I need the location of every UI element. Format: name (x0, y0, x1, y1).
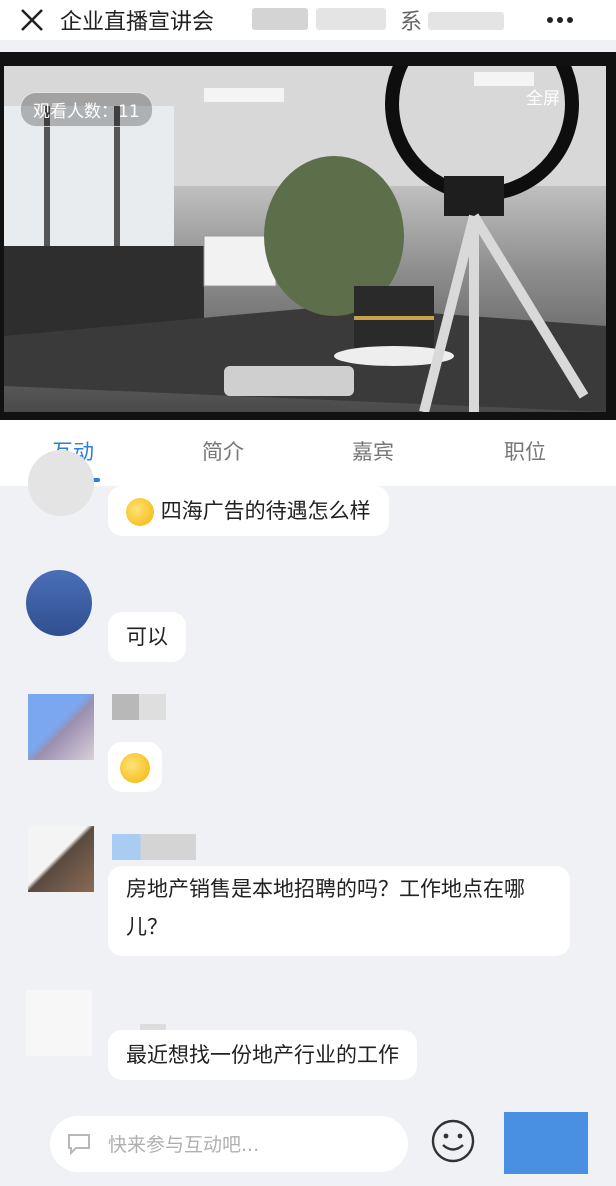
page-title: 企业直播宣讲会 (60, 10, 215, 35)
tab-guests[interactable]: 嘉宾 (352, 436, 394, 466)
chat-message-text: 四海广告的待遇怎么样 (160, 499, 371, 523)
user-name (112, 694, 166, 720)
emoji-icon (126, 498, 154, 526)
chat-bubble: 可以 (108, 612, 186, 662)
avatar (26, 990, 92, 1056)
chat-message-text: 房地产销售是本地招聘的吗？工作地点在哪儿？ (126, 877, 525, 939)
tab-intro[interactable]: 简介 (202, 436, 244, 466)
avatar (28, 826, 94, 892)
fullscreen-button[interactable]: 全屏 (526, 84, 560, 109)
chat-icon (68, 1134, 90, 1156)
avatar (26, 570, 92, 636)
emoji-icon (120, 753, 150, 783)
chat-message-text: 最近想找一份地产行业的工作 (126, 1043, 399, 1067)
chat-message-text: 可以 (126, 625, 168, 649)
chat-bubble (108, 742, 162, 792)
chat-input[interactable]: 快来参与互动吧... (50, 1116, 408, 1172)
video-frame: 观看人数：11 全屏 (4, 66, 606, 412)
viewer-count-badge: 观看人数：11 (20, 92, 153, 127)
blurred-title-part (428, 12, 504, 30)
chat-bubble: 四海广告的待遇怎么样 (108, 486, 389, 536)
avatar (28, 694, 94, 760)
avatar (28, 450, 94, 516)
blurred-title-part (316, 8, 386, 30)
blurred-title-part (252, 8, 308, 30)
tab-positions[interactable]: 职位 (504, 436, 546, 466)
page-title-suffix: 系 (400, 10, 423, 35)
chat-input-placeholder: 快来参与互动吧... (108, 1134, 260, 1156)
send-button[interactable] (504, 1112, 588, 1174)
live-video[interactable]: 观看人数：11 全屏 (0, 52, 616, 420)
close-icon[interactable] (18, 6, 46, 34)
chat-bubble: 房地产销售是本地招聘的吗？工作地点在哪儿？ (108, 866, 570, 956)
more-icon[interactable] (546, 16, 574, 24)
user-name (112, 834, 196, 860)
chat-bubble: 最近想找一份地产行业的工作 (108, 1030, 417, 1080)
top-bar: 企业直播宣讲会 系 (0, 0, 616, 40)
smiley-icon[interactable] (430, 1118, 476, 1164)
